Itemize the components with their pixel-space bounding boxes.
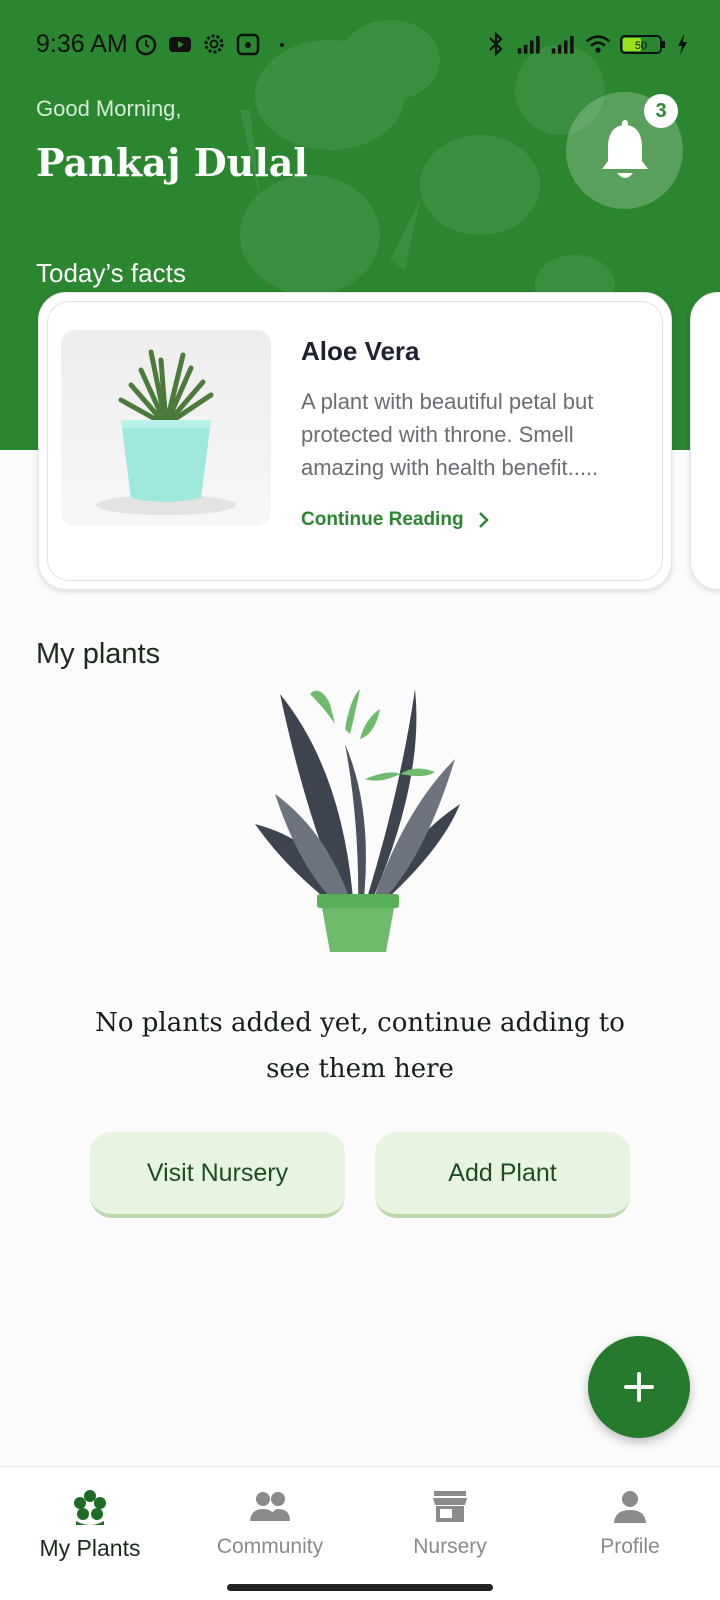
battery-icon: 50 bbox=[618, 30, 668, 58]
notification-count-badge: 3 bbox=[644, 94, 678, 128]
nav-label-nursery: Nursery bbox=[413, 1535, 487, 1558]
dot-icon bbox=[268, 30, 296, 58]
home-indicator[interactable] bbox=[227, 1584, 493, 1591]
fact-title: Aloe Vera bbox=[301, 336, 420, 366]
nav-item-community[interactable]: Community bbox=[180, 1485, 360, 1581]
chevron-right-icon bbox=[478, 512, 489, 528]
visit-nursery-button[interactable]: Visit Nursery bbox=[90, 1132, 345, 1218]
charging-icon bbox=[674, 30, 690, 58]
bluetooth-icon bbox=[482, 30, 510, 58]
empty-state-message: No plants added yet, continue adding to … bbox=[95, 1008, 625, 1084]
fact-card[interactable]: Aloe Vera A plant with beautiful petal b… bbox=[38, 292, 672, 590]
facts-section-title: Today’s facts bbox=[36, 258, 186, 288]
person-icon bbox=[608, 1485, 652, 1529]
aloe-vera-image bbox=[61, 330, 271, 526]
settings-icon bbox=[200, 30, 228, 58]
signal-icon-2 bbox=[550, 30, 578, 58]
user-name: Pankaj Dulal bbox=[36, 140, 308, 185]
continue-reading-link[interactable]: Continue Reading bbox=[301, 509, 490, 531]
people-icon bbox=[248, 1485, 292, 1529]
nav-item-my-plants[interactable]: My Plants bbox=[0, 1485, 180, 1581]
add-fab-button[interactable] bbox=[588, 1336, 690, 1438]
nav-label-my-plants: My Plants bbox=[39, 1535, 141, 1561]
wifi-icon bbox=[584, 30, 612, 58]
alarm-icon bbox=[132, 30, 160, 58]
my-plants-section-title: My plants bbox=[36, 638, 161, 670]
fact-description: A plant with beautiful petal but protect… bbox=[301, 389, 599, 480]
youtube-icon bbox=[166, 30, 194, 58]
nav-label-community: Community bbox=[216, 1535, 324, 1558]
plus-icon bbox=[624, 1372, 654, 1402]
empty-plant-illustration bbox=[250, 684, 470, 974]
add-plant-button[interactable]: Add Plant bbox=[375, 1132, 630, 1218]
status-time: 9:36 AM bbox=[36, 30, 128, 58]
flower-icon bbox=[68, 1485, 112, 1529]
nav-label-profile: Profile bbox=[600, 1535, 660, 1558]
greeting-text: Good Morning, bbox=[36, 96, 182, 121]
nav-item-nursery[interactable]: Nursery bbox=[360, 1485, 540, 1581]
app-notification-icon bbox=[234, 30, 262, 58]
nav-item-profile[interactable]: Profile bbox=[540, 1485, 720, 1581]
store-icon bbox=[428, 1485, 472, 1529]
bottom-navigation: My Plants Community Nursery Profile bbox=[0, 1466, 720, 1600]
continue-reading-label: Continue Reading bbox=[301, 509, 464, 530]
battery-level: 50 bbox=[635, 40, 647, 52]
signal-icon bbox=[516, 30, 544, 58]
next-fact-card-peek[interactable] bbox=[690, 292, 720, 590]
bell-icon bbox=[601, 119, 648, 178]
status-bar: 9:36 AM 50 bbox=[0, 24, 720, 66]
